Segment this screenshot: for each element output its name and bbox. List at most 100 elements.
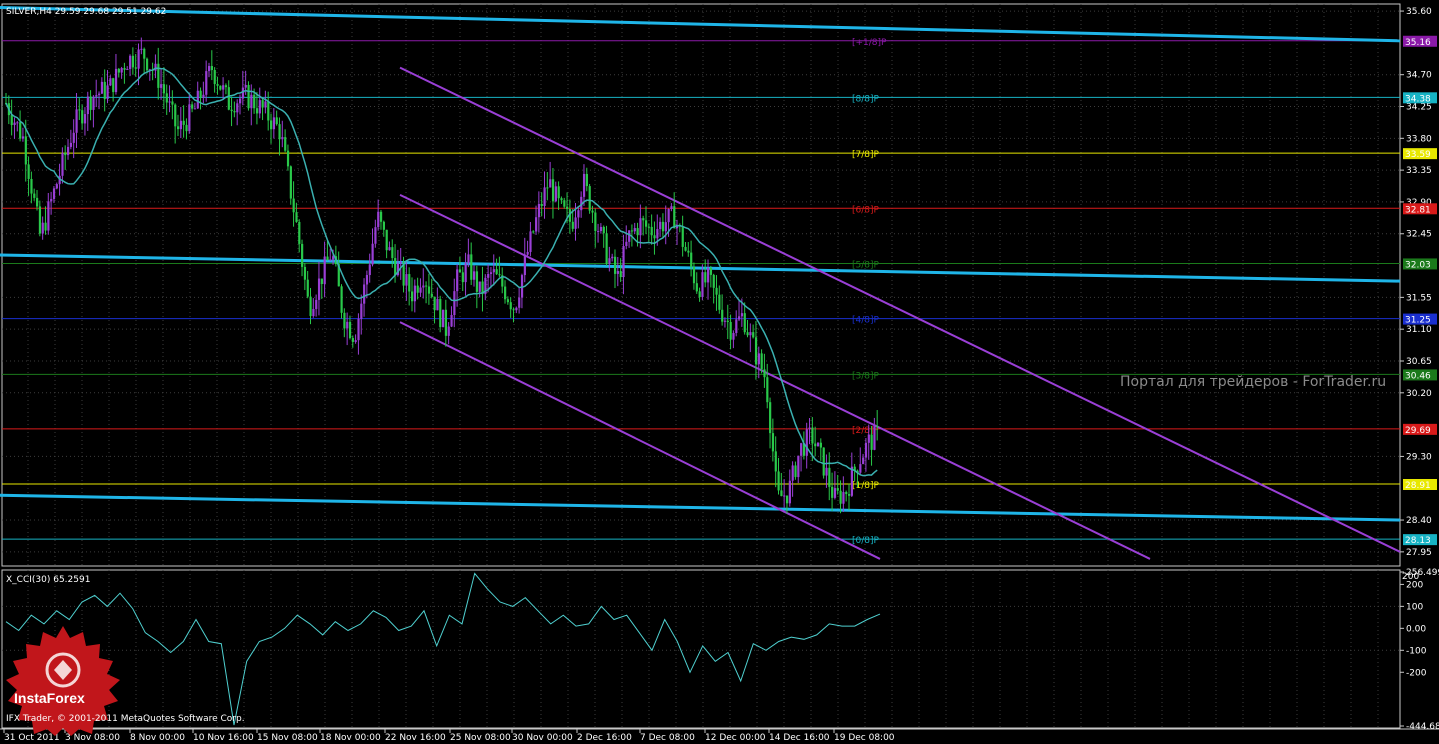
candle-body [109,78,112,86]
candle-body [95,95,98,97]
candle-body [661,221,665,232]
candle-body [137,49,140,69]
candle-body [298,221,301,244]
candle-body [735,319,738,334]
murrey-level-label: [3/8]P [852,371,880,381]
time-tick-label: 8 Nov 00:00 [130,733,185,743]
candle-body [120,68,123,73]
candle-body [628,230,631,242]
candle-body [613,256,617,274]
candle-body [301,243,304,267]
candle-body [740,313,744,317]
candle-body [667,208,670,223]
candle-body [278,124,281,140]
candle-body [509,302,512,310]
candle-body [563,200,566,207]
candle-body [859,464,862,473]
candle-body [98,93,101,96]
candle-body [182,120,185,125]
candle-body [788,480,791,504]
time-tick-label: 7 Dec 08:00 [640,733,695,743]
candle-body [33,193,36,198]
candle-body [566,206,569,210]
candle-body [168,101,171,103]
candle-body [244,84,247,88]
candle-body [458,269,462,273]
time-tick-label: 30 Nov 00:00 [512,733,573,743]
candle-body [732,333,735,340]
candle-body [574,217,577,229]
price-tick-label: 30.65 [1406,357,1432,367]
candle-body [828,467,831,487]
price-chart[interactable]: [+1/8]P [8/8]P [7/8]P [6/8]P [5/8]P [4/8]P [3/… [0,0,1439,744]
candle-body [193,108,197,110]
candle-body [199,90,202,98]
candle-body [162,84,166,94]
candle-body [442,309,445,328]
candle-body [757,353,760,365]
candle-body [363,284,366,304]
candle-body [639,218,642,236]
candle-body [61,153,64,176]
candle-body [642,218,645,221]
candle-body [611,256,614,259]
candle-body [738,316,741,320]
candle-body [385,229,388,251]
candle-body [537,203,541,218]
time-tick-label: 10 Nov 16:00 [193,733,254,743]
candle-body [413,285,417,302]
candle-body [492,269,495,273]
candle-body [475,271,479,292]
candle-body [712,274,715,288]
candle-body [619,271,622,278]
candle-body [814,443,817,447]
candle-body [554,186,557,202]
price-tick-label: 31.10 [1406,325,1432,335]
candle-body [100,81,104,94]
moving-average-line [5,67,878,477]
candle-body [382,221,385,230]
cci-tick-label: 0.00 [1406,624,1426,634]
candle-body [157,63,160,88]
candle-body [241,87,245,99]
candle-body [86,96,89,115]
candle-body [594,212,597,232]
candle-body [360,303,363,319]
candle-body [560,198,563,201]
regression-channel-line [399,66,1401,553]
candle-body [456,269,459,292]
candle-body [210,66,214,71]
candle-body [264,101,267,108]
cci-line [5,572,881,726]
candle-body [766,377,769,403]
candle-body [78,109,81,111]
candle-body [41,222,44,234]
candle-body [549,179,552,188]
candle-body [303,266,307,280]
candle-body [72,132,75,143]
candle-body [704,272,707,283]
candle-body [295,212,298,222]
candle-body [752,332,755,338]
candle-body [707,267,710,283]
candle-body [261,100,264,108]
candle-body [515,307,518,311]
candle-body [836,488,839,491]
candle-body [453,291,456,315]
candle-body [368,264,371,276]
candle-body [346,321,349,329]
candle-body [143,48,146,59]
candle-body [647,226,651,228]
price-badge-label: 28.13 [1405,536,1431,546]
candle-body [811,427,814,444]
price-badge-label: 30.46 [1405,371,1431,381]
candle-body [202,94,205,98]
trend-channel-line [0,493,1401,522]
candle-body [394,258,397,276]
candle-body [487,273,490,278]
candle-body [489,272,493,274]
candle-body [625,241,628,246]
candle-body [718,294,721,310]
candle-body [546,187,549,189]
candle-body [506,299,510,303]
